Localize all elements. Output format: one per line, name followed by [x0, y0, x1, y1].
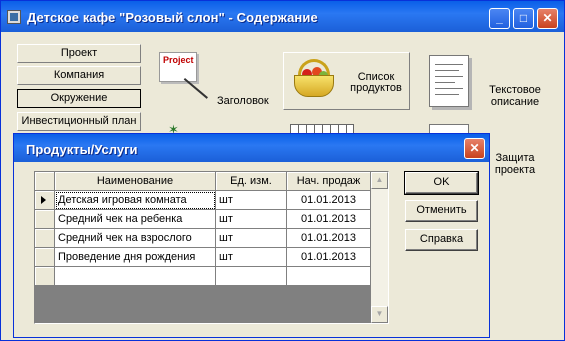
dialog-title: Продукты/Услуги	[26, 142, 138, 157]
grid-cell-start[interactable]: 01.01.2013	[287, 248, 371, 267]
row-indicator[interactable]	[35, 210, 55, 229]
nav-company-button[interactable]: Компания	[17, 66, 141, 85]
project-protection-label-2[interactable]: проекта	[480, 164, 550, 176]
grid-cell-start[interactable]: 01.01.2013	[287, 210, 371, 229]
grid-corner	[35, 172, 55, 191]
scroll-up-icon[interactable]: ▲	[371, 172, 388, 189]
dialog-close-button[interactable]: ✕	[464, 138, 485, 159]
grid-cell-unit[interactable]: шт	[216, 248, 287, 267]
main-window-title: Детское кафе "Розовый слон" - Содержание	[27, 10, 318, 25]
fruit-basket-icon	[288, 59, 340, 101]
help-button[interactable]: Справка	[405, 229, 478, 251]
ok-button[interactable]: OK	[404, 171, 479, 195]
products-services-dialog: Продукты/Услуги ✕ Наименование Ед. изм. …	[13, 133, 490, 338]
products-grid[interactable]: Наименование Ед. изм. Нач. продаж Детска…	[34, 171, 389, 324]
dialog-title-bar[interactable]: Продукты/Услуги ✕	[14, 134, 489, 162]
grid-cell-start[interactable]	[287, 267, 371, 286]
row-indicator[interactable]	[35, 248, 55, 267]
column-header-unit[interactable]: Ед. изм.	[216, 172, 287, 191]
row-indicator[interactable]	[35, 191, 55, 210]
title-page-label[interactable]: Заголовок	[217, 95, 269, 107]
row-indicator[interactable]	[35, 267, 55, 286]
grid-cell-name[interactable]: Детская игровая комната	[55, 191, 216, 210]
nav-project-button[interactable]: Проект	[17, 44, 141, 63]
cancel-button[interactable]: Отменить	[405, 200, 478, 222]
row-indicator[interactable]	[35, 229, 55, 248]
grid-cell-name[interactable]: Средний чек на ребенка	[55, 210, 216, 229]
text-description-label-1[interactable]: Текстовое	[480, 84, 550, 96]
project-card-text: Project	[163, 55, 194, 65]
project-protection-label-1[interactable]: Защита	[480, 152, 550, 164]
nav-environment-button[interactable]: Окружение	[17, 89, 141, 108]
main-title-bar[interactable]: Детское кафе "Розовый слон" - Содержание…	[1, 1, 564, 32]
grid-cell-unit[interactable]: шт	[216, 210, 287, 229]
product-list-tile[interactable]: Список продуктов	[283, 52, 410, 110]
minimize-button[interactable]: _	[489, 8, 510, 29]
grid-cell-start[interactable]: 01.01.2013	[287, 191, 371, 210]
text-description-label-2[interactable]: описание	[480, 96, 550, 108]
close-button[interactable]: ✕	[537, 8, 558, 29]
app-icon	[7, 10, 21, 24]
grid-cell-unit[interactable]: шт	[216, 191, 287, 210]
grid-cell-name[interactable]	[55, 267, 216, 286]
nav-investment-plan-button[interactable]: Инвестиционный план	[17, 112, 141, 131]
vertical-scrollbar[interactable]: ▲ ▼	[371, 172, 388, 323]
column-header-name[interactable]: Наименование	[55, 172, 216, 191]
product-list-label-2: продуктов	[350, 82, 402, 94]
grid-cell-start[interactable]: 01.01.2013	[287, 229, 371, 248]
grid-cell-name[interactable]: Средний чек на взрослого	[55, 229, 216, 248]
arrow-icon	[165, 78, 208, 121]
scroll-down-icon[interactable]: ▼	[371, 306, 388, 323]
current-row-pointer-icon	[41, 196, 46, 204]
grid-cell-unit[interactable]: шт	[216, 229, 287, 248]
maximize-button[interactable]: □	[513, 8, 534, 29]
grid-cell-unit[interactable]	[216, 267, 287, 286]
project-card-icon[interactable]: Project	[159, 52, 197, 82]
grid-cell-name[interactable]: Проведение дня рождения	[55, 248, 216, 267]
document-icon[interactable]	[429, 55, 469, 107]
column-header-start[interactable]: Нач. продаж	[287, 172, 371, 191]
